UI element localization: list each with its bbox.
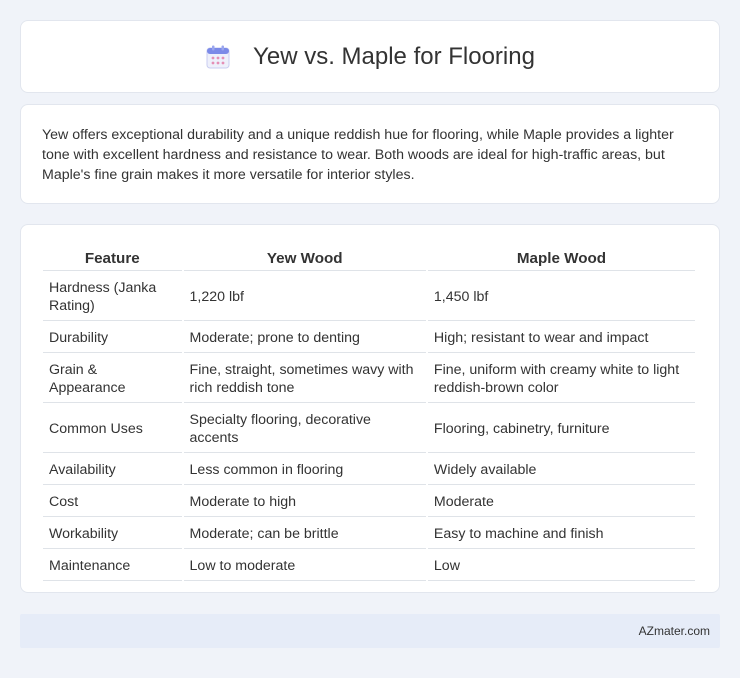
yew-cell: Specialty flooring, decorative accents	[183, 405, 426, 453]
maple-cell: Low	[427, 551, 695, 581]
maple-cell: Easy to machine and finish	[427, 519, 695, 549]
summary-text: Yew offers exceptional durability and a …	[42, 127, 674, 183]
title-card: Yew vs. Maple for Flooring	[20, 20, 720, 93]
feature-cell: Grain & Appearance	[43, 355, 182, 403]
maple-cell: Moderate	[427, 487, 695, 517]
maple-cell: Flooring, cabinetry, furniture	[427, 405, 695, 453]
summary-card: Yew offers exceptional durability and a …	[20, 104, 720, 204]
feature-cell: Maintenance	[43, 551, 182, 581]
table-row: Availability Less common in flooring Wid…	[43, 455, 695, 485]
yew-cell: Moderate; can be brittle	[183, 519, 426, 549]
header-feature: Feature	[43, 247, 182, 271]
table-row: Maintenance Low to moderate Low	[43, 551, 695, 581]
yew-cell: 1,220 lbf	[183, 273, 426, 321]
maple-cell: 1,450 lbf	[427, 273, 695, 321]
table-row: Grain & Appearance Fine, straight, somet…	[43, 355, 695, 403]
yew-cell: Less common in flooring	[183, 455, 426, 485]
feature-cell: Workability	[43, 519, 182, 549]
feature-cell: Cost	[43, 487, 182, 517]
footer: AZmater.com	[20, 614, 720, 648]
table-row: Workability Moderate; can be brittle Eas…	[43, 519, 695, 549]
feature-cell: Hardness (Janka Rating)	[43, 273, 182, 321]
maple-cell: High; resistant to wear and impact	[427, 323, 695, 353]
yew-cell: Moderate to high	[183, 487, 426, 517]
table-row: Common Uses Specialty flooring, decorati…	[43, 405, 695, 453]
yew-cell: Moderate; prone to denting	[183, 323, 426, 353]
comparison-table-card: Feature Yew Wood Maple Wood Hardness (Ja…	[20, 224, 720, 593]
footer-site-link[interactable]: AZmater.com	[639, 624, 710, 638]
feature-cell: Availability	[43, 455, 182, 485]
maple-cell: Fine, uniform with creamy white to light…	[427, 355, 695, 403]
table-header-row: Feature Yew Wood Maple Wood	[43, 247, 695, 271]
table-row: Cost Moderate to high Moderate	[43, 487, 695, 517]
page-title: Yew vs. Maple for Flooring	[253, 42, 535, 70]
maple-cell: Widely available	[427, 455, 695, 485]
yew-cell: Fine, straight, sometimes wavy with rich…	[183, 355, 426, 403]
feature-cell: Durability	[43, 323, 182, 353]
feature-cell: Common Uses	[43, 405, 182, 453]
yew-cell: Low to moderate	[183, 551, 426, 581]
header-maple: Maple Wood	[427, 247, 695, 271]
calendar-icon	[205, 44, 231, 70]
table-row: Hardness (Janka Rating) 1,220 lbf 1,450 …	[43, 273, 695, 321]
table-row: Durability Moderate; prone to denting Hi…	[43, 323, 695, 353]
comparison-table: Feature Yew Wood Maple Wood Hardness (Ja…	[41, 245, 697, 583]
header-yew: Yew Wood	[183, 247, 426, 271]
